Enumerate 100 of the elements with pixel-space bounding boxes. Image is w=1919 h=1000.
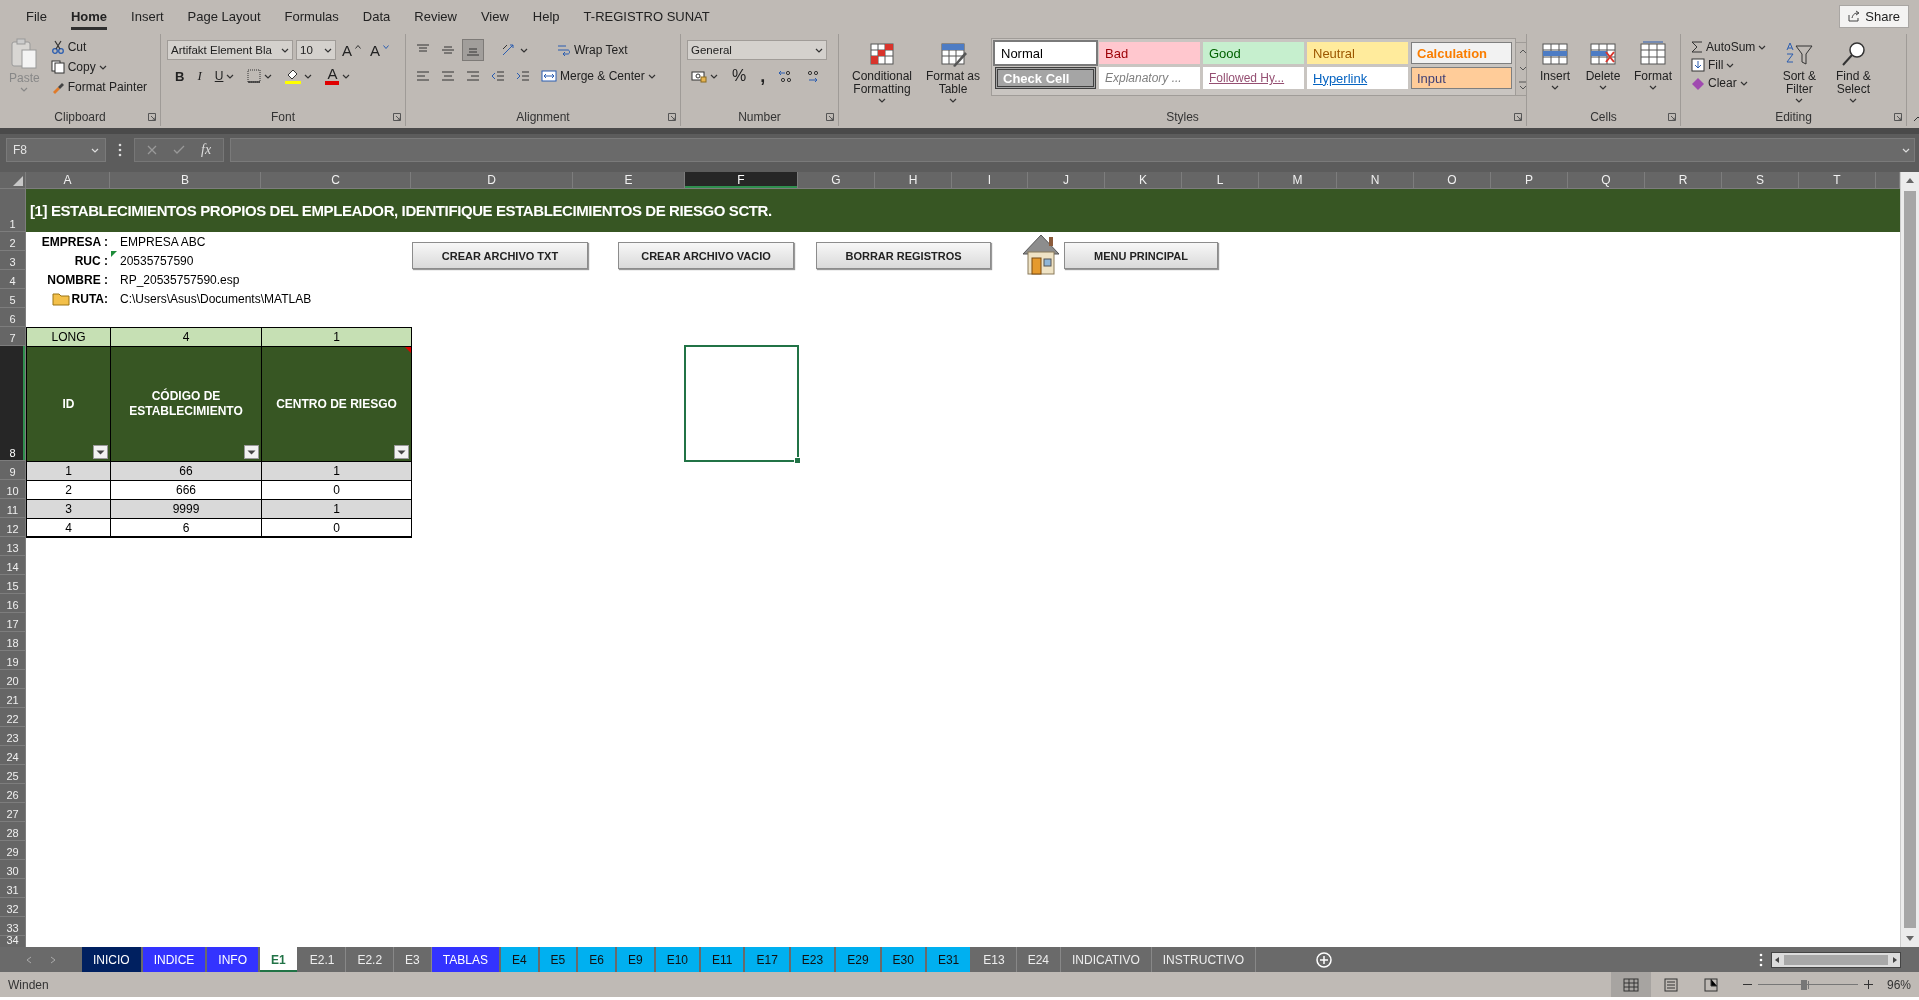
more-options-icon[interactable] bbox=[1759, 952, 1763, 967]
underline-button[interactable]: U bbox=[210, 67, 239, 85]
row-header[interactable]: 8 bbox=[0, 346, 26, 461]
column-header[interactable]: J bbox=[1028, 172, 1105, 189]
row-header[interactable]: 18 bbox=[0, 632, 26, 651]
column-header[interactable]: C bbox=[261, 172, 411, 189]
ribbon-tab[interactable]: Insert bbox=[131, 2, 164, 30]
add-sheet-icon[interactable] bbox=[1316, 951, 1333, 968]
row-header[interactable]: 24 bbox=[0, 746, 26, 765]
column-header[interactable]: R bbox=[1645, 172, 1722, 189]
cell-style[interactable]: Followed Hy... bbox=[1203, 67, 1304, 89]
row-header[interactable]: 30 bbox=[0, 860, 26, 879]
row-header[interactable]: 33 bbox=[0, 917, 26, 936]
row-header[interactable]: 27 bbox=[0, 803, 26, 822]
cell-style[interactable]: Normal bbox=[995, 42, 1096, 64]
column-header[interactable]: Q bbox=[1568, 172, 1645, 189]
format-painter-button[interactable]: Format Painter bbox=[46, 78, 152, 96]
sheet-tab[interactable]: E9 bbox=[616, 947, 654, 972]
filter-button[interactable] bbox=[93, 445, 108, 459]
autosum-button[interactable]: AutoSum bbox=[1687, 38, 1771, 56]
row-header[interactable]: 19 bbox=[0, 651, 26, 670]
select-all-icon[interactable] bbox=[13, 176, 23, 186]
grow-font-button[interactable]: A bbox=[339, 40, 364, 60]
sheet-tab[interactable]: TABLAS bbox=[431, 947, 499, 972]
macro-button[interactable]: CREAR ARCHIVO VACIO bbox=[618, 242, 794, 269]
row-header[interactable]: 25 bbox=[0, 765, 26, 784]
copy-button[interactable]: Copy bbox=[46, 58, 152, 76]
zoom-slider[interactable] bbox=[1757, 978, 1858, 991]
sheet-tab[interactable]: E5 bbox=[539, 947, 577, 972]
horizontal-scrollbar[interactable] bbox=[1771, 951, 1901, 968]
cell-style[interactable]: Explanatory ... bbox=[1099, 67, 1200, 89]
row-header[interactable]: 28 bbox=[0, 822, 26, 841]
slider-thumb[interactable] bbox=[1800, 979, 1807, 990]
dialog-launcher-icon[interactable] bbox=[148, 113, 156, 121]
filter-button[interactable] bbox=[244, 445, 259, 459]
column-header[interactable]: P bbox=[1491, 172, 1568, 189]
column-header[interactable]: B bbox=[110, 172, 261, 189]
selected-cell[interactable] bbox=[684, 345, 799, 462]
row-header[interactable]: 22 bbox=[0, 708, 26, 727]
cell-style[interactable]: Input bbox=[1411, 67, 1512, 89]
row-header[interactable]: 20 bbox=[0, 670, 26, 689]
ribbon-tab[interactable]: Formulas bbox=[284, 2, 339, 30]
row-header[interactable]: 6 bbox=[0, 308, 26, 327]
row-header[interactable]: 11 bbox=[0, 499, 26, 518]
ribbon-tab[interactable]: Page Layout bbox=[187, 2, 261, 30]
insert-function-button[interactable]: fx bbox=[201, 142, 212, 158]
cell-style[interactable]: Bad bbox=[1099, 42, 1200, 64]
filter-button[interactable] bbox=[394, 445, 409, 459]
row-header[interactable]: 12 bbox=[0, 518, 26, 537]
enter-icon[interactable] bbox=[173, 145, 185, 155]
font-name-field[interactable]: Artifakt Element Bla bbox=[167, 40, 293, 60]
ribbon-tab[interactable]: Home bbox=[70, 2, 108, 30]
row-header[interactable]: 4 bbox=[0, 270, 26, 289]
sheet-tab[interactable]: E1 bbox=[260, 947, 297, 972]
column-header[interactable]: N bbox=[1337, 172, 1414, 189]
column-header[interactable]: H bbox=[875, 172, 952, 189]
dialog-launcher-icon[interactable] bbox=[668, 113, 676, 121]
cell-style[interactable]: Hyperlink bbox=[1307, 67, 1408, 89]
row-header[interactable]: 2 bbox=[0, 232, 26, 251]
zoom-in-icon[interactable] bbox=[1863, 980, 1873, 989]
cut-button[interactable]: Cut bbox=[46, 38, 152, 56]
cancel-icon[interactable] bbox=[147, 145, 157, 155]
row-header[interactable]: 16 bbox=[0, 594, 26, 613]
row-header[interactable]: 21 bbox=[0, 689, 26, 708]
italic-button[interactable]: I bbox=[193, 66, 206, 86]
fill-button[interactable]: Fill bbox=[1687, 56, 1771, 74]
sheet-tab[interactable]: E11 bbox=[701, 947, 744, 972]
sheet-tab[interactable]: E17 bbox=[745, 947, 789, 972]
insert-cells-button[interactable]: Insert bbox=[1533, 38, 1577, 92]
row-header[interactable]: 10 bbox=[0, 480, 26, 499]
merge-center-button[interactable]: Merge & Center bbox=[537, 67, 660, 85]
column-header[interactable]: E bbox=[573, 172, 685, 189]
column-header[interactable]: F bbox=[685, 172, 798, 189]
column-header[interactable]: T bbox=[1799, 172, 1876, 189]
column-header[interactable]: I bbox=[952, 172, 1028, 189]
share-button[interactable]: Share bbox=[1839, 4, 1909, 28]
row-header[interactable]: 7 bbox=[0, 327, 26, 346]
bottom-align-button[interactable] bbox=[462, 39, 484, 61]
ribbon-tab[interactable]: Help bbox=[532, 2, 560, 30]
ribbon-tab[interactable]: File bbox=[26, 2, 47, 30]
scrollbar-thumb[interactable] bbox=[1904, 191, 1916, 928]
sheet-tab[interactable]: E30 bbox=[881, 947, 925, 972]
column-header[interactable]: L bbox=[1182, 172, 1259, 189]
dialog-launcher-icon[interactable] bbox=[1514, 113, 1522, 121]
ribbon-tab[interactable]: T-REGISTRO SUNAT bbox=[583, 2, 710, 30]
dialog-launcher-icon[interactable] bbox=[393, 113, 401, 121]
column-header[interactable]: M bbox=[1259, 172, 1337, 189]
row-header[interactable]: 26 bbox=[0, 784, 26, 803]
row-header[interactable]: 23 bbox=[0, 727, 26, 746]
sort-filter-button[interactable]: Sort & Filter bbox=[1774, 38, 1825, 105]
zoom-level[interactable]: 96% bbox=[1886, 977, 1911, 992]
shrink-font-button[interactable]: A bbox=[367, 40, 393, 60]
column-header[interactable]: O bbox=[1414, 172, 1491, 189]
column-header[interactable]: G bbox=[798, 172, 875, 189]
number-format-field[interactable]: General bbox=[687, 40, 827, 60]
row-header[interactable]: 14 bbox=[0, 556, 26, 575]
percent-button[interactable]: % bbox=[728, 65, 751, 87]
find-select-button[interactable]: Find & Select bbox=[1828, 38, 1879, 105]
ribbon-tab[interactable]: Data bbox=[362, 2, 391, 30]
column-header[interactable]: D bbox=[411, 172, 573, 189]
